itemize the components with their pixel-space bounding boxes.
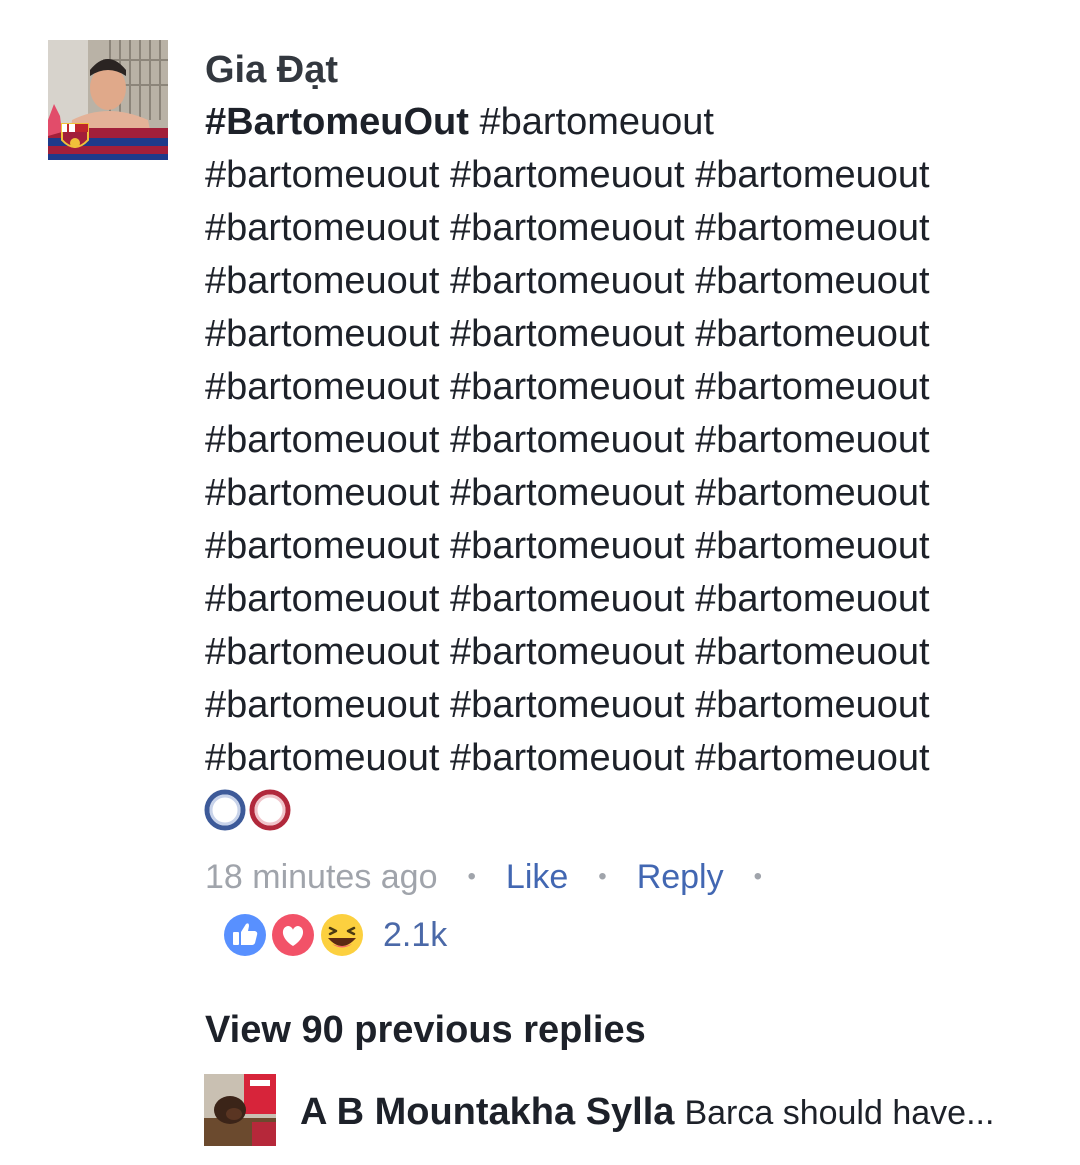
hashtag-text[interactable]: #bartomeuout <box>469 101 714 143</box>
blue-circle-icon <box>204 789 246 831</box>
comment-emojis <box>203 788 295 832</box>
comment-line: #BartomeuOut #bartomeuout <box>205 96 1045 149</box>
commenter-avatar[interactable] <box>48 40 168 160</box>
reply-avatar[interactable] <box>204 1074 276 1146</box>
avatar-image <box>48 40 168 160</box>
comment-line[interactable]: #bartomeuout #bartomeuout #bartomeuout <box>205 361 1045 414</box>
reaction-count[interactable]: 2.1k <box>383 912 447 958</box>
comment-line[interactable]: #bartomeuout #bartomeuout #bartomeuout <box>205 202 1045 255</box>
comment-line[interactable]: #bartomeuout #bartomeuout #bartomeuout <box>205 308 1045 361</box>
reactions-summary[interactable] <box>218 910 370 960</box>
comment-line[interactable]: #bartomeuout #bartomeuout #bartomeuout <box>205 573 1045 626</box>
like-reaction-icon <box>221 911 269 959</box>
comment-line[interactable]: #bartomeuout #bartomeuout #bartomeuout <box>205 414 1045 467</box>
comment-line[interactable]: #bartomeuout #bartomeuout #bartomeuout <box>205 467 1045 520</box>
reply-avatar-image <box>204 1074 276 1146</box>
reply-author-name[interactable]: A B Mountakha Sylla <box>300 1091 674 1133</box>
separator-dot: • <box>753 863 763 890</box>
love-reaction-icon <box>269 911 317 959</box>
haha-reaction-icon <box>319 912 365 958</box>
comment-line[interactable]: #bartomeuout #bartomeuout #bartomeuout <box>205 255 1045 308</box>
commenter-name[interactable]: Gia Đạt <box>205 46 338 94</box>
comment-line[interactable]: #bartomeuout #bartomeuout #bartomeuout <box>205 520 1045 573</box>
separator-dot: • <box>598 863 607 890</box>
view-previous-replies-link[interactable]: View 90 previous replies <box>205 1006 646 1054</box>
comment-line[interactable]: #bartomeuout #bartomeuout #bartomeuout <box>205 679 1045 732</box>
latest-reply: A B Mountakha Sylla Barca should have... <box>300 1088 994 1144</box>
comment-line[interactable]: #bartomeuout #bartomeuout #bartomeuout <box>205 149 1045 202</box>
comment-timestamp[interactable]: 18 minutes ago <box>205 858 438 896</box>
comment-line[interactable]: #bartomeuout #bartomeuout #bartomeuout <box>205 732 1045 785</box>
reply-button[interactable]: Reply <box>637 858 724 896</box>
comment-line[interactable]: #bartomeuout #bartomeuout #bartomeuout <box>205 626 1045 679</box>
comment-body: #BartomeuOut #bartomeuout #bartomeuout #… <box>205 96 1045 785</box>
red-circle-icon <box>249 789 291 831</box>
comment-meta: 18 minutes ago • Like • Reply • <box>205 855 792 899</box>
reply-text-preview[interactable]: Barca should have... <box>684 1094 994 1132</box>
hashtag-link[interactable]: #BartomeuOut <box>205 101 469 143</box>
separator-dot: • <box>467 863 476 890</box>
like-button[interactable]: Like <box>506 858 568 896</box>
